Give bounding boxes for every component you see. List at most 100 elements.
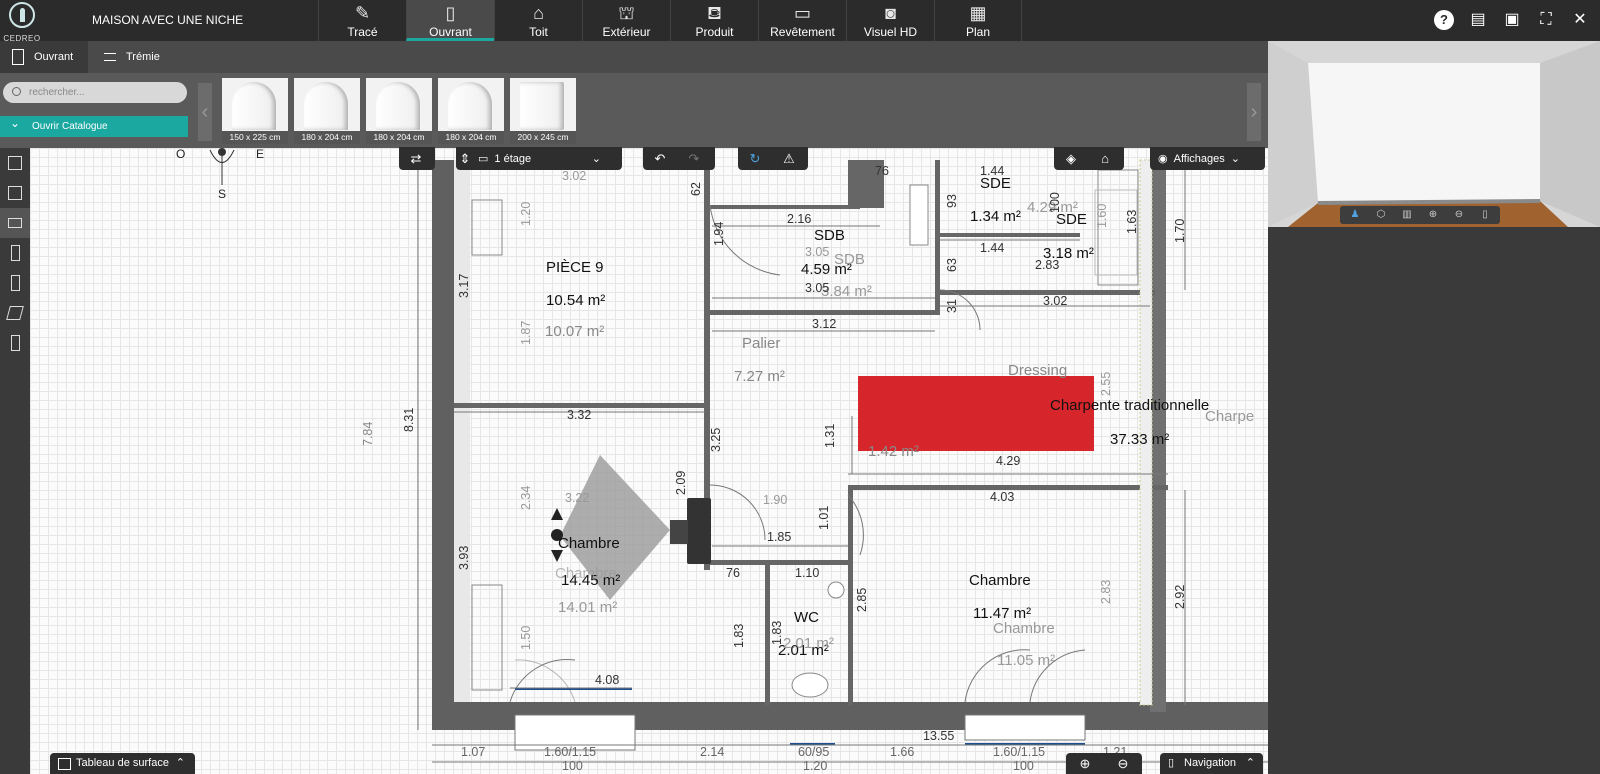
dim-label: 2.14 [700, 745, 724, 759]
navigation-button[interactable]: ▯ Navigation ⌃ [1160, 753, 1263, 774]
double-window-icon [8, 186, 22, 200]
undo-redo-toolbar: ↶ ↷ [643, 147, 715, 170]
person-icon[interactable]: ♟ [1343, 206, 1367, 224]
dim-label: 3.05 [805, 281, 829, 295]
room-name: Palier [742, 335, 780, 352]
tool-double-window[interactable] [0, 178, 30, 208]
magnet-icon[interactable]: ↻ [738, 147, 772, 170]
zoom-in-icon[interactable]: ⊕ [1066, 753, 1104, 774]
zoom-out-icon[interactable]: ⊖ [1447, 206, 1471, 224]
warning-icon[interactable]: ⚠ [772, 147, 806, 170]
tool-stair[interactable] [0, 298, 30, 328]
mouse-icon: ▯ [1168, 757, 1175, 769]
camera-marker[interactable] [687, 498, 711, 564]
room-area: 11.05 m² [997, 652, 1055, 669]
tool-garage[interactable] [0, 328, 30, 358]
plan-canvas[interactable]: O E S PIÈCE 9 10.54 m² 10.07 m² SDB 4.59… [30, 148, 1268, 774]
dim-label: 1.87 [519, 321, 533, 345]
redo-icon[interactable]: ↷ [677, 147, 711, 170]
layers-icon[interactable]: ◈ [1054, 147, 1088, 170]
catalog-item[interactable]: 180 x 204 cm [294, 78, 360, 144]
swap-icon[interactable]: ⇄ [399, 147, 433, 170]
tab-trace[interactable]: ✎ Tracé [318, 0, 406, 41]
floor-plan[interactable]: O E S PIÈCE 9 10.54 m² 10.07 m² SDB 4.59… [30, 148, 1268, 774]
tool-window[interactable] [0, 148, 30, 178]
tab-produit[interactable]: ⛾ Produit [670, 0, 758, 41]
top-bar: CEDREO MAISON AVEC UNE NICHE ✎ Tracé ▯ Ouv… [0, 0, 1600, 43]
dim-label: 4.03 [990, 490, 1014, 504]
zoom-out-icon[interactable]: ⊖ [1104, 753, 1142, 774]
compass-east: E [256, 148, 264, 161]
catalog-item[interactable]: 180 x 204 cm [366, 78, 432, 144]
floor-icon: ▭ [478, 153, 489, 165]
tab-visuel-hd[interactable]: ◙ Visuel HD [846, 0, 934, 41]
3d-preview[interactable]: ♟ ⬡ ▥ ⊕ ⊖ ▯ [1268, 41, 1600, 227]
dim-label: 100 [1048, 192, 1062, 213]
pencil-icon: ✎ [354, 3, 371, 23]
room-name: SDB [834, 251, 865, 268]
swap-toolbar: ⇄ [399, 147, 435, 170]
dim-label: 2.34 [519, 486, 533, 510]
tool-opening[interactable] [0, 268, 30, 298]
floor-updown-icon[interactable]: ⇕ [456, 147, 474, 170]
room-area: 2.01 m² [783, 635, 834, 652]
sink [827, 581, 845, 599]
affichages-button[interactable]: ◉ Affichages ⌄ [1150, 147, 1265, 170]
room-area: 14.01 m² [558, 599, 617, 616]
floor-toolbar: ⇕ ▭ 1 étage ⌄ [456, 147, 622, 170]
close-icon[interactable]: ✕ [1570, 10, 1590, 30]
catalog-item[interactable]: 200 x 245 cm [510, 78, 576, 144]
save-icon[interactable]: ▣ [1502, 10, 1522, 30]
zoom-in-icon[interactable]: ⊕ [1421, 206, 1445, 224]
catalog-item[interactable]: 180 x 204 cm [438, 78, 504, 144]
undo-icon[interactable]: ↶ [643, 147, 677, 170]
arched-door-icon [232, 82, 276, 130]
subtab-ouvrant[interactable]: Ouvrant [0, 41, 88, 73]
scroll-left-button[interactable]: ‹ [198, 83, 212, 141]
dim-label: 1.90 [763, 493, 787, 507]
chevron-down-icon: ⌄ [591, 153, 601, 165]
mouse-icon[interactable]: ▯ [1473, 206, 1497, 224]
dim-label: 3.05 [805, 245, 829, 259]
tab-plan[interactable]: ▦ Plan [934, 0, 1022, 41]
bookshelf-icon[interactable]: ▥ [1395, 206, 1419, 224]
dim-label: 2.85 [855, 588, 869, 612]
door-icon: ▯ [445, 3, 456, 23]
3d-view-icon[interactable]: ⬡ [1369, 206, 1393, 224]
dim-label: 1.10 [795, 566, 819, 580]
dim-label: 3.12 [812, 317, 836, 331]
search-input[interactable]: rechercher... [3, 82, 187, 103]
dim-label: 63 [945, 258, 959, 272]
catalog-item[interactable]: 150 x 225 cm [222, 78, 288, 144]
dim-label: 1.44 [980, 164, 1004, 178]
surface-table-button[interactable]: Tableau de surface ⌃ [50, 753, 195, 774]
tab-exterieur[interactable]: ⛫ Extérieur [582, 0, 670, 41]
tool-door[interactable] [0, 238, 30, 268]
floor-select[interactable]: ▭ 1 étage ⌄ [474, 147, 609, 170]
scroll-right-button[interactable]: › [1247, 83, 1261, 141]
dim-label: 4.08 [595, 673, 619, 687]
cedreo-logo[interactable]: CEDREO [2, 2, 42, 43]
tab-revetement[interactable]: ▭ Revêtement [758, 0, 846, 41]
fullscreen-icon[interactable]: ⛶ [1536, 10, 1556, 30]
dim-label: 93 [945, 194, 959, 208]
dim-label: 3.17 [457, 274, 471, 298]
door-icon [10, 245, 20, 261]
tab-toit[interactable]: ⌂ Toit [494, 0, 582, 41]
arrow-up-icon[interactable] [551, 508, 563, 520]
tab-ouvrant[interactable]: ▯ Ouvrant [406, 0, 494, 41]
room-area: 37.33 m² [1110, 431, 1169, 448]
subtab-tremie[interactable]: Trémie [92, 41, 182, 73]
open-catalog-button[interactable]: Ouvrir Catalogue [0, 113, 188, 137]
comment-icon[interactable]: ▤ [1468, 10, 1488, 30]
blueprint-icon: ▦ [969, 3, 987, 23]
help-icon[interactable]: ? [1434, 10, 1454, 30]
roof-view-icon[interactable]: ⌂ [1088, 147, 1122, 170]
room-area: 10.54 m² [546, 292, 605, 309]
furniture-icon: ⛾ [707, 3, 722, 23]
garage-door-icon [10, 335, 20, 351]
room-name: Charpe [1205, 408, 1254, 425]
tool-bay[interactable] [0, 208, 30, 238]
logo-mark-icon [9, 2, 35, 28]
camera-icon: ◙ [885, 3, 896, 23]
